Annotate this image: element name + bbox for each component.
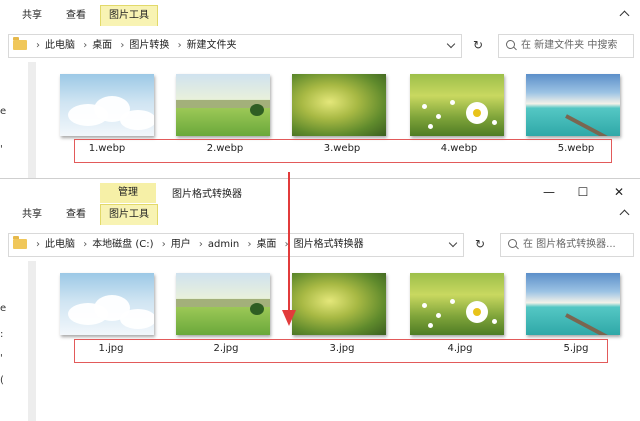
crumb-converter[interactable]: 图片格式转换器 (294, 239, 364, 250)
thumbnail-golf-course[interactable] (176, 273, 270, 335)
file-label[interactable]: 2.webp (195, 143, 255, 154)
thumbnail-golf-course[interactable] (176, 74, 270, 136)
breadcrumb-separator: › (36, 239, 40, 250)
file-label[interactable]: 3.webp (312, 143, 372, 154)
ribbon-tab-bar: 共享 查看 图片工具 (0, 0, 640, 28)
crumb-this-pc[interactable]: 此电脑 (45, 40, 75, 51)
tab-picture-tools[interactable]: 图片工具 (100, 204, 158, 225)
search-placeholder: 在 新建文件夹 中搜索 (521, 40, 618, 51)
crumb-desktop[interactable]: 桌面 (256, 239, 276, 250)
nav-pane-fragment: e (0, 106, 7, 117)
explorer-window-jpg: 管理 图片格式转换器 — ☐ ✕ 共享 查看 图片工具 › 此电脑 › 本地磁盘 (… (0, 178, 640, 421)
thumbnail-daisies[interactable] (410, 273, 504, 335)
thumbnail-beach-pier[interactable] (526, 273, 620, 335)
refresh-icon[interactable]: ↻ (472, 236, 488, 252)
minimize-button[interactable]: — (534, 182, 564, 202)
file-label[interactable]: 1.webp (77, 143, 137, 154)
thumbnail-sky[interactable] (60, 74, 154, 136)
thumbnail-beach-pier[interactable] (526, 74, 620, 136)
breadcrumb-separator: › (177, 40, 182, 51)
file-label[interactable]: 3.jpg (312, 343, 372, 354)
breadcrumb-separator: › (198, 239, 203, 250)
nav-pane-fragment: ' (0, 144, 3, 155)
explorer-window-webp: 共享 查看 图片工具 › 此电脑 › 桌面 › 图片转换 › 新建文件夹 ↻ 在 新建文… (0, 0, 640, 178)
thumbnail-daisies[interactable] (410, 74, 504, 136)
address-dropdown-icon[interactable] (445, 39, 459, 53)
nav-pane-fragment: ( (0, 375, 4, 386)
breadcrumb-separator: › (161, 239, 166, 250)
file-label[interactable]: 5.webp (546, 143, 606, 154)
search-icon (508, 239, 517, 248)
crumb-desktop[interactable]: 桌面 (92, 40, 112, 51)
search-icon (506, 40, 515, 49)
breadcrumb: › 此电脑 › 本地磁盘 (C:) › 用户 › admin › 桌面 › 图片格式转换器 (31, 234, 364, 256)
file-label[interactable]: 5.jpg (546, 343, 606, 354)
breadcrumb-separator: › (83, 239, 88, 250)
file-label[interactable]: 4.webp (429, 143, 489, 154)
search-placeholder: 在 图片格式转换器... (523, 239, 616, 250)
tab-picture-tools[interactable]: 图片工具 (100, 5, 158, 26)
crumb-users[interactable]: 用户 (171, 239, 191, 250)
crumb-new-folder[interactable]: 新建文件夹 (187, 40, 237, 51)
address-bar[interactable]: › 此电脑 › 本地磁盘 (C:) › 用户 › admin › 桌面 › 图片格式转换器 (8, 233, 464, 257)
crumb-admin[interactable]: admin (208, 239, 239, 250)
conversion-arrow (288, 172, 290, 312)
navigation-pane[interactable]: e : ' ( (0, 261, 40, 421)
breadcrumb-separator: › (36, 40, 40, 51)
tab-share[interactable]: 共享 (14, 205, 50, 225)
refresh-icon[interactable]: ↻ (470, 37, 486, 53)
crumb-image-convert[interactable]: 图片转换 (129, 40, 169, 51)
title-and-ribbon-bar: 管理 图片格式转换器 — ☐ ✕ 共享 查看 图片工具 (0, 179, 640, 227)
search-input[interactable]: 在 新建文件夹 中搜索 (498, 34, 634, 58)
maximize-button[interactable]: ☐ (568, 182, 598, 202)
address-bar[interactable]: › 此电脑 › 桌面 › 图片转换 › 新建文件夹 (8, 34, 462, 58)
thumbnail-flower-field[interactable] (292, 74, 386, 136)
file-label[interactable]: 2.jpg (196, 343, 256, 354)
thumbnail-sky[interactable] (60, 273, 154, 335)
navigation-pane[interactable]: e ' (0, 62, 40, 178)
expand-ribbon-icon[interactable] (616, 207, 632, 223)
file-label[interactable]: 1.jpg (81, 343, 141, 354)
nav-pane-fragment: ' (0, 353, 3, 364)
nav-pane-fragment: e (0, 303, 7, 314)
folder-icon (13, 37, 27, 50)
close-button[interactable]: ✕ (604, 182, 634, 202)
tab-share[interactable]: 共享 (14, 6, 50, 26)
tab-view[interactable]: 查看 (58, 6, 94, 26)
breadcrumb: › 此电脑 › 桌面 › 图片转换 › 新建文件夹 (31, 35, 237, 57)
nav-pane-fragment: : (0, 329, 4, 340)
nav-pane-scrollbar[interactable] (28, 62, 36, 178)
crumb-local-disk[interactable]: 本地磁盘 (C:) (92, 239, 153, 250)
crumb-this-pc[interactable]: 此电脑 (45, 239, 75, 250)
nav-pane-scrollbar[interactable] (28, 261, 36, 421)
address-dropdown-icon[interactable] (447, 238, 461, 252)
tab-manage[interactable]: 管理 (100, 183, 156, 203)
tab-view[interactable]: 查看 (58, 205, 94, 225)
folder-icon (13, 236, 27, 249)
search-input[interactable]: 在 图片格式转换器... (500, 233, 634, 257)
thumbnail-flower-field[interactable] (292, 273, 386, 335)
breadcrumb-separator: › (247, 239, 252, 250)
file-label[interactable]: 4.jpg (430, 343, 490, 354)
conversion-arrow-head (282, 310, 296, 326)
breadcrumb-separator: › (120, 40, 125, 51)
window-title: 图片格式转换器 (172, 189, 242, 200)
expand-ribbon-icon[interactable] (616, 8, 632, 24)
breadcrumb-separator: › (83, 40, 88, 51)
